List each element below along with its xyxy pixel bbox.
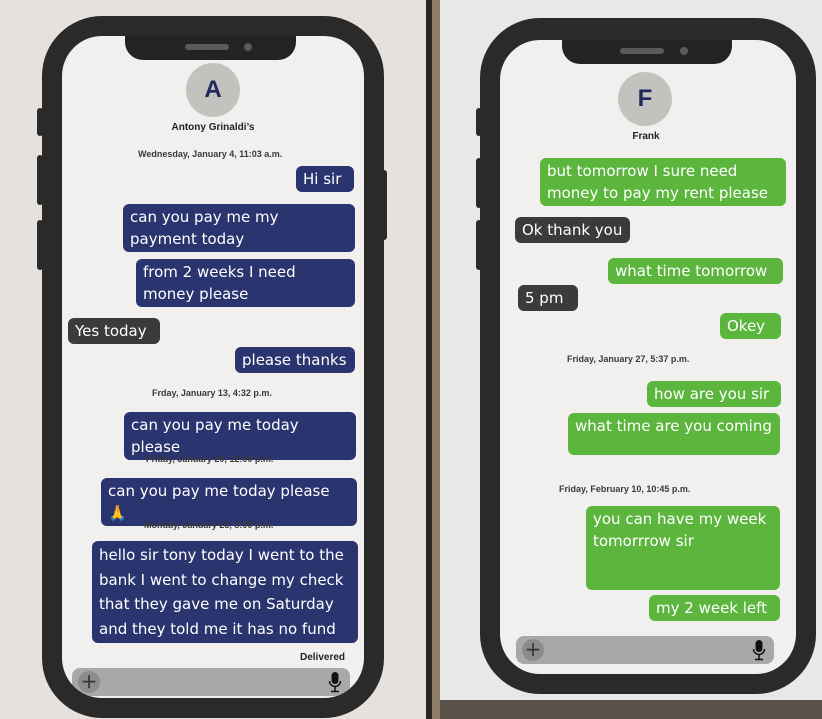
message-sent[interactable]: can you pay me today please <box>124 412 356 460</box>
microphone-icon[interactable] <box>752 639 766 661</box>
message-sent[interactable]: please thanks <box>235 347 355 373</box>
delivery-status: Delivered <box>300 652 346 663</box>
left-screen: A Antony Grinaldi’s Wednesday, January 4… <box>62 36 364 698</box>
contact-name[interactable]: Antony Grinaldi’s <box>62 122 364 133</box>
speaker <box>620 48 664 54</box>
speaker <box>185 44 229 50</box>
plus-icon[interactable]: + <box>522 639 544 661</box>
message-sent[interactable]: what time tomorrow <box>608 258 783 284</box>
notch <box>562 40 732 64</box>
camera <box>680 47 688 55</box>
timestamp: Monday, January 23, 8:00 p.m. <box>144 520 274 530</box>
timestamp: Wednesday, January 4, 11:03 a.m. <box>138 149 283 159</box>
message-received[interactable]: 5 pm <box>518 285 578 311</box>
right-screen: F Frank but tomorrow I sure need money t… <box>500 40 796 674</box>
contact-name[interactable]: Frank <box>500 131 792 142</box>
message-received[interactable]: Ok thank you <box>515 217 630 243</box>
message-sent[interactable]: from 2 weeks I need money please <box>136 259 355 307</box>
message-sent[interactable]: but tomorrow I sure need money to pay my… <box>540 158 786 206</box>
message-sent[interactable]: my 2 week left <box>649 595 780 621</box>
message-sent[interactable]: Hi sir <box>296 166 354 192</box>
contact-avatar[interactable]: F <box>618 72 672 126</box>
timestamp: Friday, January 27, 5:37 p.m. <box>567 354 690 364</box>
timestamp: Friday, January 20, 12:00 p.m. <box>146 454 274 464</box>
message-sent[interactable]: can you pay me my payment today <box>123 204 355 252</box>
timestamp: Frday, January 13, 4:32 p.m. <box>152 388 272 398</box>
message-input[interactable]: + <box>72 668 350 696</box>
photo-divider-edge <box>432 0 440 719</box>
stand-base <box>440 700 822 719</box>
message-sent[interactable]: you can have my week tomorrrow sir <box>586 506 780 590</box>
message-sent[interactable]: can you pay me today please 🙏 <box>101 478 357 526</box>
camera <box>244 43 252 51</box>
message-input[interactable]: + <box>516 636 774 664</box>
plus-icon[interactable]: + <box>78 671 100 693</box>
message-sent[interactable]: how are you sir <box>647 381 781 407</box>
message-sent[interactable]: Okey <box>720 313 781 339</box>
timestamp: Friday, February 10, 10:45 p.m. <box>559 484 691 494</box>
message-received[interactable]: Yes today <box>68 318 160 344</box>
message-sent[interactable]: hello sir tony today I went to the bank … <box>92 541 358 643</box>
contact-avatar[interactable]: A <box>186 63 240 117</box>
notch <box>125 36 296 60</box>
microphone-icon[interactable] <box>328 671 342 693</box>
message-sent[interactable]: what time are you coming <box>568 413 780 455</box>
avatar-letter: A <box>204 76 222 103</box>
avatar-letter: F <box>637 85 653 112</box>
